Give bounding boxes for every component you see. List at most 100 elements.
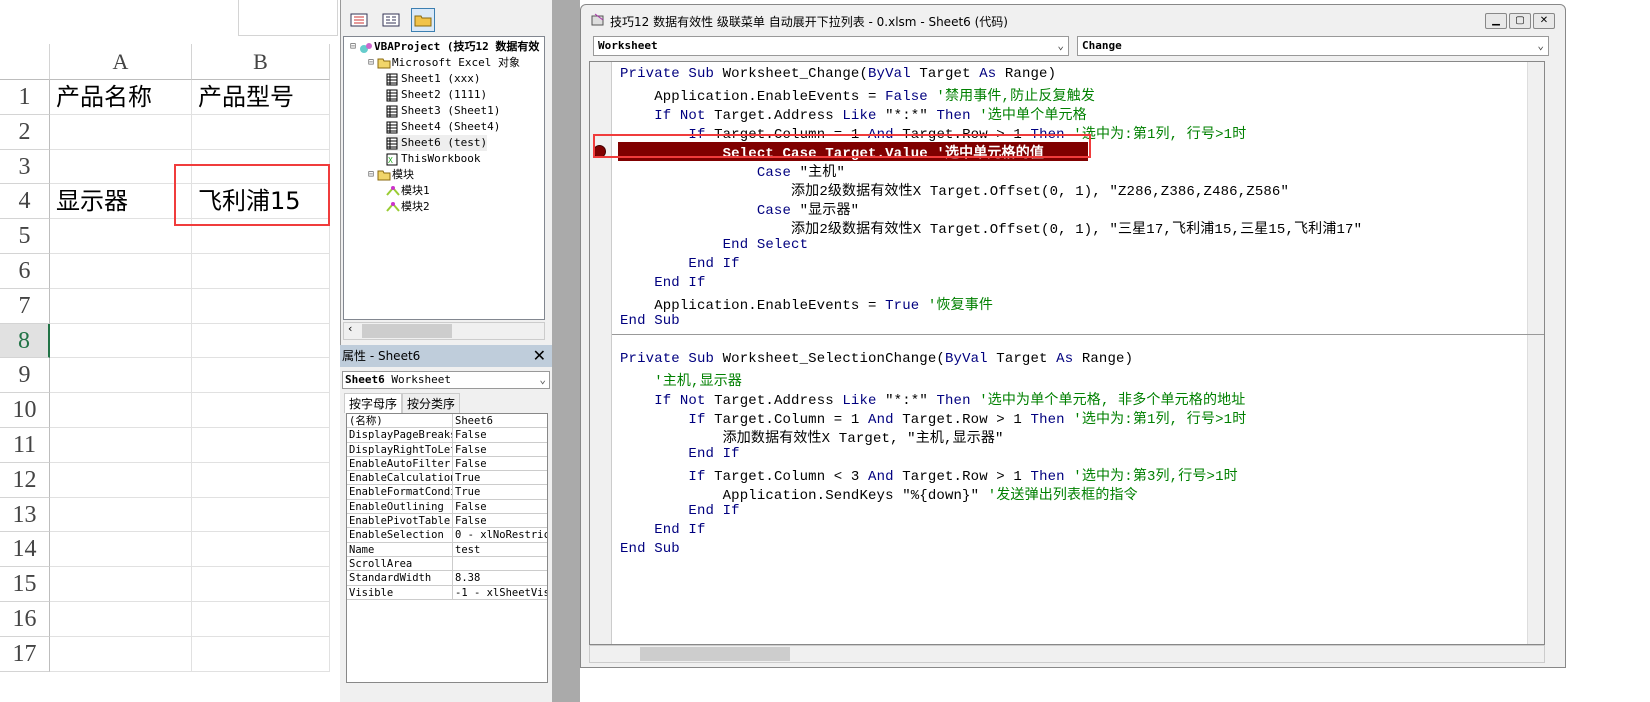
- row-header-16[interactable]: 16: [0, 602, 50, 637]
- property-row[interactable]: (名称) Sheet6: [347, 414, 547, 429]
- property-row[interactable]: Name test: [347, 542, 547, 557]
- horizontal-scrollbar[interactable]: [589, 645, 1545, 663]
- tree-node[interactable]: 模块2: [386, 199, 430, 215]
- property-row[interactable]: EnableAutoFilter False: [347, 456, 547, 472]
- code-line[interactable]: If Not Target.Address Like "*:*" Then '选…: [620, 104, 1087, 124]
- row-header-5[interactable]: 5: [0, 219, 50, 254]
- cell-B6[interactable]: [192, 254, 330, 289]
- property-row[interactable]: Visible-1 - xlSheetVisible: [347, 585, 547, 600]
- cell-B8[interactable]: [192, 323, 330, 359]
- minimize-button[interactable]: ▁: [1485, 13, 1507, 29]
- code-line[interactable]: Case "显示器": [620, 199, 859, 219]
- tree-scrollbar[interactable]: ‹: [343, 322, 545, 340]
- tree-node[interactable]: X ThisWorkbook: [386, 151, 480, 167]
- property-value[interactable]: Sheet6: [453, 414, 547, 427]
- cell-A10[interactable]: [50, 393, 192, 428]
- tree-node[interactable]: Sheet6 (test): [386, 135, 488, 151]
- row-header-6[interactable]: 6: [0, 254, 50, 289]
- cell-A7[interactable]: [50, 288, 192, 324]
- property-row[interactable]: StandardWidth 8.38: [347, 571, 547, 586]
- cell-A4[interactable]: 显示器: [50, 184, 192, 220]
- cell-B17[interactable]: [192, 636, 330, 672]
- property-value[interactable]: 0 - xlNoRestrictions: [453, 528, 547, 541]
- cell-A12[interactable]: [50, 462, 192, 498]
- cell-A15[interactable]: [50, 567, 192, 602]
- view-code-icon[interactable]: [347, 8, 371, 32]
- cell-A9[interactable]: [50, 358, 192, 394]
- cell-B14[interactable]: [192, 532, 330, 568]
- code-line[interactable]: End If: [620, 275, 706, 294]
- expand-toggle-icon[interactable]: ⊟: [368, 55, 374, 71]
- close-button[interactable]: ✕: [1533, 13, 1555, 29]
- code-line[interactable]: 添加数据有效性X Target, "主机,显示器": [620, 427, 1004, 447]
- row-header-14[interactable]: 14: [0, 532, 50, 568]
- row-header-13[interactable]: 13: [0, 497, 50, 533]
- row-header-12[interactable]: 12: [0, 462, 50, 498]
- cell-B1[interactable]: 产品型号: [192, 80, 330, 115]
- cell-B7[interactable]: [192, 288, 330, 324]
- property-value[interactable]: [453, 557, 547, 570]
- tree-node[interactable]: 模块1: [386, 183, 430, 199]
- object-select[interactable]: Sheet6 Worksheet ⌄: [342, 371, 550, 389]
- row-header-7[interactable]: 7: [0, 288, 50, 324]
- code-line[interactable]: 添加2级数据有效性X Target.Offset(0, 1), "Z286,Z3…: [620, 180, 1289, 200]
- tree-node[interactable]: ⊟ VBAProject (技巧12 数据有效: [350, 39, 539, 55]
- cell-B11[interactable]: [192, 428, 330, 463]
- property-value[interactable]: test: [453, 543, 547, 556]
- code-line[interactable]: If Target.Column = 1 And Target.Row > 1 …: [620, 408, 1246, 428]
- row-header-3[interactable]: 3: [0, 149, 50, 185]
- property-row[interactable]: DisplayPageBreaks False: [347, 428, 547, 443]
- procedure-combo[interactable]: Change ⌄: [1077, 36, 1549, 56]
- property-value[interactable]: True: [453, 471, 547, 484]
- code-line[interactable]: End Sub: [620, 541, 680, 560]
- cell-A3[interactable]: [50, 149, 192, 185]
- code-line[interactable]: Application.SendKeys "%{down}" '发送弹出列表框的…: [620, 484, 1138, 504]
- toggle-folders-icon[interactable]: [411, 8, 435, 32]
- close-icon[interactable]: ✕: [533, 345, 546, 367]
- maximize-button[interactable]: ▢: [1509, 13, 1531, 29]
- row-header-17[interactable]: 17: [0, 636, 50, 672]
- cell-A11[interactable]: [50, 428, 192, 463]
- cell-A14[interactable]: [50, 532, 192, 568]
- row-header-9[interactable]: 9: [0, 358, 50, 394]
- code-line[interactable]: Application.EnableEvents = True '恢复事件: [620, 294, 993, 314]
- row-header-10[interactable]: 10: [0, 393, 50, 428]
- property-row[interactable]: EnableOutlining False: [347, 499, 547, 515]
- row-header-2[interactable]: 2: [0, 114, 50, 150]
- formula-bar-area[interactable]: [238, 0, 338, 36]
- code-line[interactable]: End If: [620, 522, 706, 541]
- code-line[interactable]: End Select: [620, 237, 808, 256]
- cell-A13[interactable]: [50, 497, 192, 533]
- tree-node[interactable]: Sheet4 (Sheet4): [386, 119, 500, 135]
- code-line[interactable]: If Target.Column < 3 And Target.Row > 1 …: [620, 465, 1238, 485]
- code-line[interactable]: End If: [620, 503, 740, 522]
- cell-B16[interactable]: [192, 602, 330, 637]
- cell-B9[interactable]: [192, 358, 330, 394]
- property-value[interactable]: False: [453, 500, 547, 513]
- column-header-A[interactable]: A: [50, 44, 192, 80]
- property-value[interactable]: False: [453, 457, 547, 470]
- tree-node[interactable]: ⊟ 模块: [368, 167, 414, 183]
- code-line[interactable]: '主机,显示器: [620, 370, 742, 390]
- code-line[interactable]: End If: [620, 446, 740, 465]
- code-line[interactable]: Private Sub Worksheet_SelectionChange(By…: [620, 351, 1133, 370]
- property-value[interactable]: True: [453, 485, 547, 498]
- property-row[interactable]: EnableFormatConditionsCalculationTrue: [347, 485, 547, 500]
- select-all-corner[interactable]: [0, 44, 50, 80]
- expand-toggle-icon[interactable]: ⊟: [368, 167, 374, 183]
- property-value[interactable]: False: [453, 443, 547, 456]
- cell-B2[interactable]: [192, 114, 330, 150]
- cell-B12[interactable]: [192, 462, 330, 498]
- row-header-4[interactable]: 4: [0, 184, 50, 220]
- property-value[interactable]: False: [453, 428, 547, 441]
- property-value[interactable]: 8.38: [453, 571, 547, 584]
- row-header-8[interactable]: 8: [0, 323, 50, 359]
- row-header-1[interactable]: 1: [0, 80, 50, 115]
- property-row[interactable]: EnablePivotTable False: [347, 514, 547, 529]
- cell-A5[interactable]: [50, 219, 192, 254]
- column-header-B[interactable]: B: [192, 44, 330, 80]
- vertical-scrollbar[interactable]: [1527, 62, 1544, 644]
- row-header-11[interactable]: 11: [0, 428, 50, 463]
- code-line[interactable]: If Not Target.Address Like "*:*" Then '选…: [620, 389, 1245, 409]
- cell-A6[interactable]: [50, 254, 192, 289]
